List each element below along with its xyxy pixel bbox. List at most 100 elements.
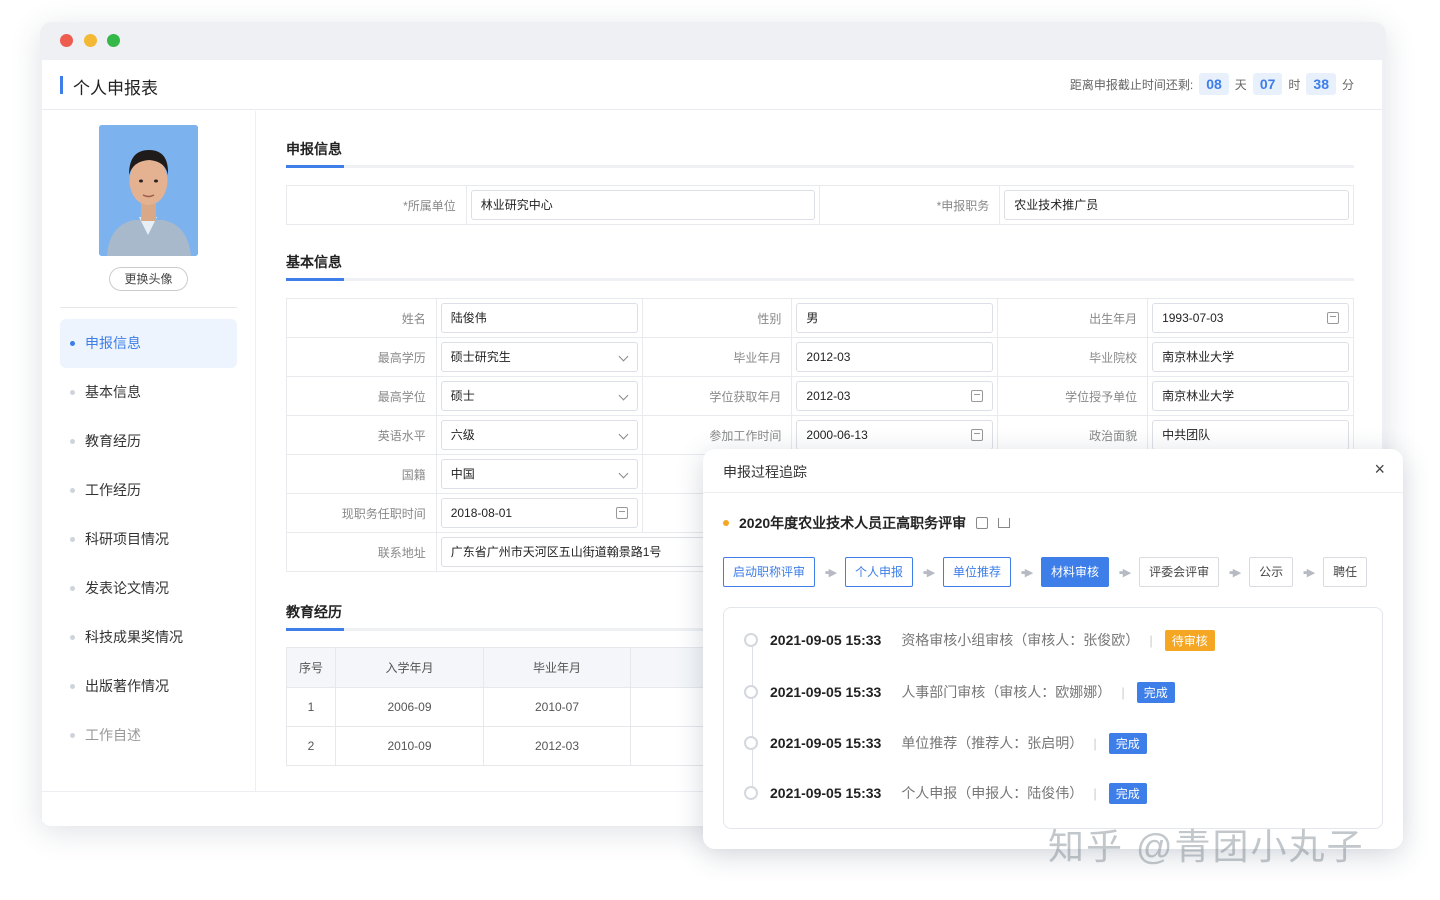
step-unit-recommend[interactable]: 单位推荐 (943, 557, 1012, 587)
degree-unit-field[interactable]: 南京林业大学 (1152, 381, 1349, 411)
timeline-time: 2021-09-05 15:33 (770, 785, 882, 801)
document-icon[interactable] (976, 517, 989, 529)
cell-end: 2010-07 (483, 687, 631, 727)
deadline-countdown: 距离申报截止时间还剩: 08 天 07 时 38 分 (1070, 73, 1354, 95)
step-committee-review[interactable]: 评委会评审 (1139, 557, 1220, 587)
grad-field[interactable]: 2012-03 (796, 342, 994, 372)
separator: | (1121, 684, 1125, 700)
step-publicity[interactable]: 公示 (1249, 557, 1294, 587)
download-icon[interactable] (998, 518, 1011, 528)
maximize-window-button[interactable] (107, 34, 120, 47)
minimize-window-button[interactable] (84, 34, 97, 47)
work-start-picker[interactable]: 2000-06-13 (796, 420, 994, 450)
sidebar-item-work[interactable]: 工作经历 (60, 466, 237, 515)
step-start-review[interactable]: 启动职称评审 (723, 557, 816, 587)
english-label: 英语水平 (286, 415, 437, 455)
arrow-right-icon: ▪▪▶ (1020, 566, 1033, 579)
degree-date-picker[interactable]: 2012-03 (796, 381, 994, 411)
birth-label: 出生年月 (997, 298, 1149, 338)
timeline-time: 2021-09-05 15:33 (770, 684, 882, 700)
sidebar-item-papers[interactable]: 发表论文情况 (60, 564, 237, 613)
arrow-right-icon: ▪▪▶ (1302, 566, 1315, 579)
sidebar-item-awards[interactable]: 科技成果奖情况 (60, 613, 237, 662)
separator: | (1093, 735, 1097, 751)
arrow-right-icon: ▪▪▶ (824, 566, 837, 579)
avatar (99, 125, 198, 256)
timeline-desc: 资格审核小组审核（审核人：张俊欧） (901, 632, 1140, 648)
sidebar-item-publications[interactable]: 出版著作情况 (60, 662, 237, 711)
chevron-down-icon (618, 351, 628, 362)
unit-field[interactable]: 林业研究中心 (470, 190, 816, 220)
sidebar-item-apply-info[interactable]: 申报信息 (60, 319, 237, 368)
close-icon[interactable]: × (1374, 459, 1385, 480)
post-date-value: 2018-08-01 (450, 506, 513, 520)
politics-field[interactable]: 中共团队 (1152, 420, 1349, 450)
project-name: 2020年度农业技术人员正高职务评审 (739, 515, 967, 531)
sidebar-divider (60, 307, 237, 308)
status-badge: 完成 (1136, 681, 1175, 703)
sidebar-item-self-statement[interactable]: 工作自述 (60, 711, 237, 760)
section-title-edu: 教育经历 (286, 604, 342, 620)
change-avatar-button[interactable]: 更换头像 (109, 267, 188, 291)
nation-select[interactable]: 中国 (440, 459, 638, 489)
arrow-right-icon: ▪▪▶ (1118, 566, 1131, 579)
section-underline (286, 278, 1354, 281)
page-header: 个人申报表 距离申报截止时间还剩: 08 天 07 时 38 分 (42, 60, 1382, 110)
school-field[interactable]: 南京林业大学 (1152, 342, 1349, 372)
post-date-picker[interactable]: 2018-08-01 (440, 498, 638, 528)
sidebar-item-basic-info[interactable]: 基本信息 (60, 368, 237, 417)
post-label: *申报职务 (819, 185, 1001, 225)
chevron-down-icon (618, 390, 628, 401)
section-title-apply: 申报信息 (286, 141, 342, 157)
modal-header: 申报过程追踪 × (703, 449, 1403, 493)
work-start-value: 2000-06-13 (806, 428, 868, 442)
edu-value: 硕士研究生 (450, 350, 511, 364)
edu-label: 最高学历 (286, 337, 437, 377)
sidebar-item-research-projects[interactable]: 科研项目情况 (60, 515, 237, 564)
watermark: 知乎 @青团小丸子 (1048, 826, 1365, 867)
name-field[interactable]: 陆俊伟 (440, 303, 638, 333)
degree-label: 最高学位 (286, 376, 437, 416)
section-title-basic: 基本信息 (286, 254, 342, 270)
degree-date-label: 学位获取年月 (641, 376, 793, 416)
post-date-label: 现职务任职时间 (286, 493, 437, 533)
degree-value: 硕士 (450, 389, 475, 403)
birth-date-picker[interactable]: 1993-07-03 (1152, 303, 1349, 333)
edu-select[interactable]: 硕士研究生 (440, 342, 638, 372)
sidebar-item-education[interactable]: 教育经历 (60, 417, 237, 466)
english-select[interactable]: 六级 (440, 420, 638, 450)
timeline-node (744, 736, 758, 750)
avatar-portrait-image (99, 125, 198, 256)
timeline-node (744, 685, 758, 699)
process-tracking-modal: 申报过程追踪 × 2020年度农业技术人员正高职务评审 启动职称评审 ▪▪▶ 个… (703, 449, 1403, 849)
timeline-item: 2021-09-05 15:33 资格审核小组审核（审核人：张俊欧） | 待审核 (744, 629, 1215, 651)
timeline-line (752, 640, 753, 795)
modal-title: 申报过程追踪 (723, 464, 807, 480)
sidebar-nav: 申报信息 基本信息 教育经历 工作经历 科研项目情况 发表论文情况 科技成果奖情… (60, 319, 237, 760)
nation-label: 国籍 (286, 454, 437, 494)
unit-label: *所属单位 (286, 185, 467, 225)
step-appointment[interactable]: 聘任 (1323, 557, 1368, 587)
nation-value: 中国 (450, 467, 475, 481)
post-field[interactable]: 农业技术推广员 (1004, 190, 1349, 220)
degree-unit-label: 学位授予单位 (997, 376, 1149, 416)
countdown-hours: 07 (1252, 73, 1283, 95)
cell-index: 2 (286, 726, 336, 766)
page-title: 个人申报表 (73, 79, 158, 98)
step-personal-apply[interactable]: 个人申报 (845, 557, 914, 587)
calendar-icon (615, 507, 628, 519)
gender-field[interactable]: 男 (796, 303, 994, 333)
countdown-minutes-unit: 分 (1341, 77, 1354, 92)
timeline-item: 2021-09-05 15:33 人事部门审核（审核人：欧娜娜） | 完成 (744, 681, 1175, 703)
address-label: 联系地址 (286, 532, 437, 572)
countdown-hours-unit: 时 (1288, 77, 1301, 92)
sidebar: 更换头像 申报信息 基本信息 教育经历 工作经历 科研项目情况 发表论文情况 科… (42, 111, 256, 791)
calendar-icon (971, 390, 984, 402)
close-window-button[interactable] (60, 34, 73, 47)
calendar-icon (1327, 312, 1339, 324)
step-material-review[interactable]: 材料审核 (1041, 557, 1110, 587)
degree-select[interactable]: 硕士 (440, 381, 638, 411)
separator: | (1093, 785, 1097, 801)
timeline-item: 2021-09-05 15:33 单位推荐（推荐人：张启明） | 完成 (744, 732, 1147, 754)
english-value: 六级 (450, 428, 475, 442)
